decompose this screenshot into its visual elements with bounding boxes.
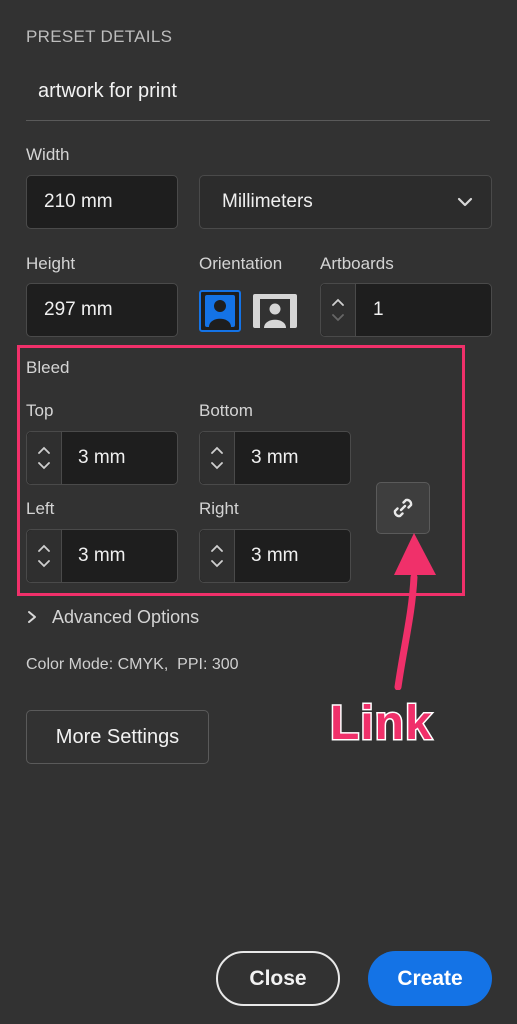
decrement-icon[interactable]: [209, 558, 225, 570]
portrait-icon: [205, 295, 235, 327]
height-input[interactable]: 297 mm: [26, 283, 178, 337]
bleed-bottom-value: 3 mm: [251, 447, 299, 468]
bleed-top-input[interactable]: 3 mm: [26, 431, 178, 485]
bleed-left-label: Left: [26, 499, 55, 518]
create-button[interactable]: Create: [368, 951, 492, 1006]
increment-icon[interactable]: [36, 444, 52, 456]
artboards-stepper[interactable]: [321, 284, 356, 336]
more-settings-button[interactable]: More Settings: [26, 710, 209, 764]
decrement-icon[interactable]: [209, 460, 225, 472]
decrement-icon[interactable]: [36, 460, 52, 472]
width-label: Width: [26, 145, 70, 164]
units-selected: Millimeters: [222, 191, 313, 212]
bleed-top-value: 3 mm: [78, 447, 126, 468]
units-dropdown[interactable]: Millimeters: [199, 175, 492, 229]
color-mode-info: Color Mode: CMYK, PPI: 300: [26, 656, 239, 673]
bleed-right-stepper[interactable]: [200, 530, 235, 582]
increment-icon[interactable]: [209, 444, 225, 456]
increment-icon[interactable]: [209, 542, 225, 554]
landscape-icon: [253, 294, 297, 328]
advanced-options-toggle[interactable]: Advanced Options: [26, 604, 199, 630]
bleed-bottom-label: Bottom: [199, 401, 253, 420]
bleed-bottom-stepper[interactable]: [200, 432, 235, 484]
increment-icon[interactable]: [330, 296, 346, 308]
landscape-button[interactable]: [251, 290, 299, 332]
bleed-left-input[interactable]: 3 mm: [26, 529, 178, 583]
preset-details-title: PRESET DETAILS: [26, 27, 173, 46]
preset-name-value: artwork for print: [38, 80, 177, 102]
artboards-value: 1: [373, 299, 384, 320]
bleed-left-value: 3 mm: [78, 545, 126, 566]
bleed-bottom-input[interactable]: 3 mm: [199, 431, 351, 485]
annotation-arrow: [394, 533, 436, 690]
bleed-top-label: Top: [26, 401, 54, 420]
bleed-right-input[interactable]: 3 mm: [199, 529, 351, 583]
advanced-options-label: Advanced Options: [52, 606, 200, 627]
bleed-title: Bleed: [26, 358, 70, 377]
bleed-left-stepper[interactable]: [27, 530, 62, 582]
height-label: Height: [26, 254, 76, 273]
bleed-top-stepper[interactable]: [27, 432, 62, 484]
width-input[interactable]: 210 mm: [26, 175, 178, 229]
chevron-right-icon: [28, 611, 36, 623]
increment-icon[interactable]: [36, 542, 52, 554]
height-value: 297 mm: [44, 299, 113, 320]
decrement-icon[interactable]: [36, 558, 52, 570]
artboards-input[interactable]: 1: [320, 283, 492, 337]
decrement-icon[interactable]: [330, 312, 346, 324]
close-button[interactable]: Close: [216, 951, 340, 1006]
bleed-right-label: Right: [199, 499, 239, 518]
portrait-button[interactable]: [199, 290, 241, 332]
chevron-down-icon: [457, 197, 473, 207]
annotation-label: Link: [329, 696, 434, 752]
orientation-label: Orientation: [199, 254, 283, 273]
artboards-label: Artboards: [320, 254, 394, 273]
preset-name-input[interactable]: artwork for print: [26, 70, 490, 121]
width-value: 210 mm: [44, 191, 113, 212]
bleed-right-value: 3 mm: [251, 545, 299, 566]
